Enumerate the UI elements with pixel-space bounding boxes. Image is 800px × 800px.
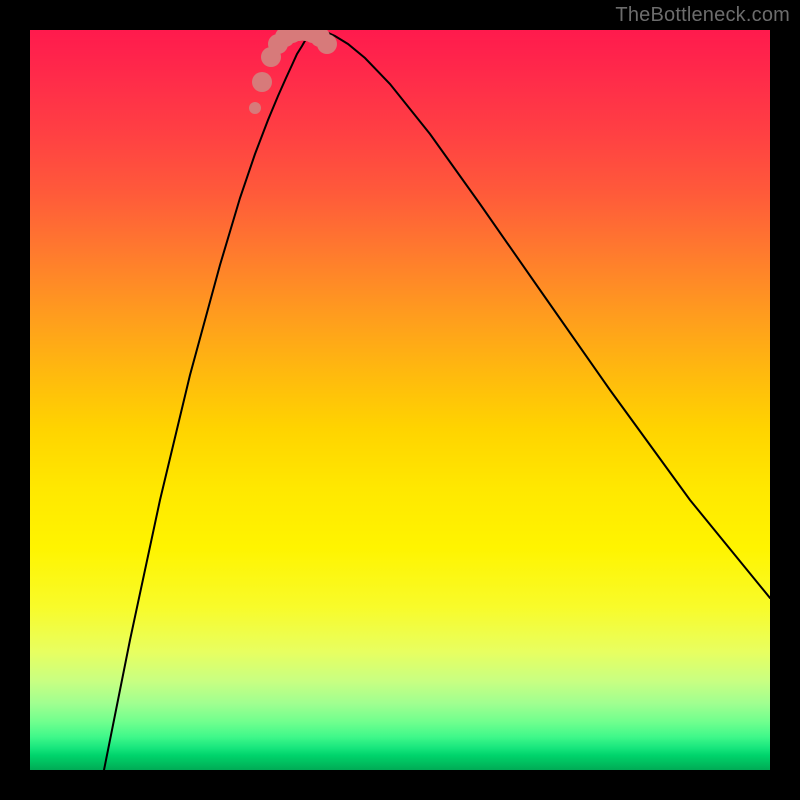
- watermark-text: TheBottleneck.com: [615, 4, 790, 27]
- chart-frame: TheBottleneck.com: [0, 0, 800, 800]
- bottleneck-curve: [104, 31, 770, 770]
- highlight-outlier-dot: [249, 102, 261, 114]
- highlight-dot: [317, 34, 337, 54]
- highlight-dot: [252, 72, 272, 92]
- curve-overlay: [30, 30, 770, 770]
- plot-area: [30, 30, 770, 770]
